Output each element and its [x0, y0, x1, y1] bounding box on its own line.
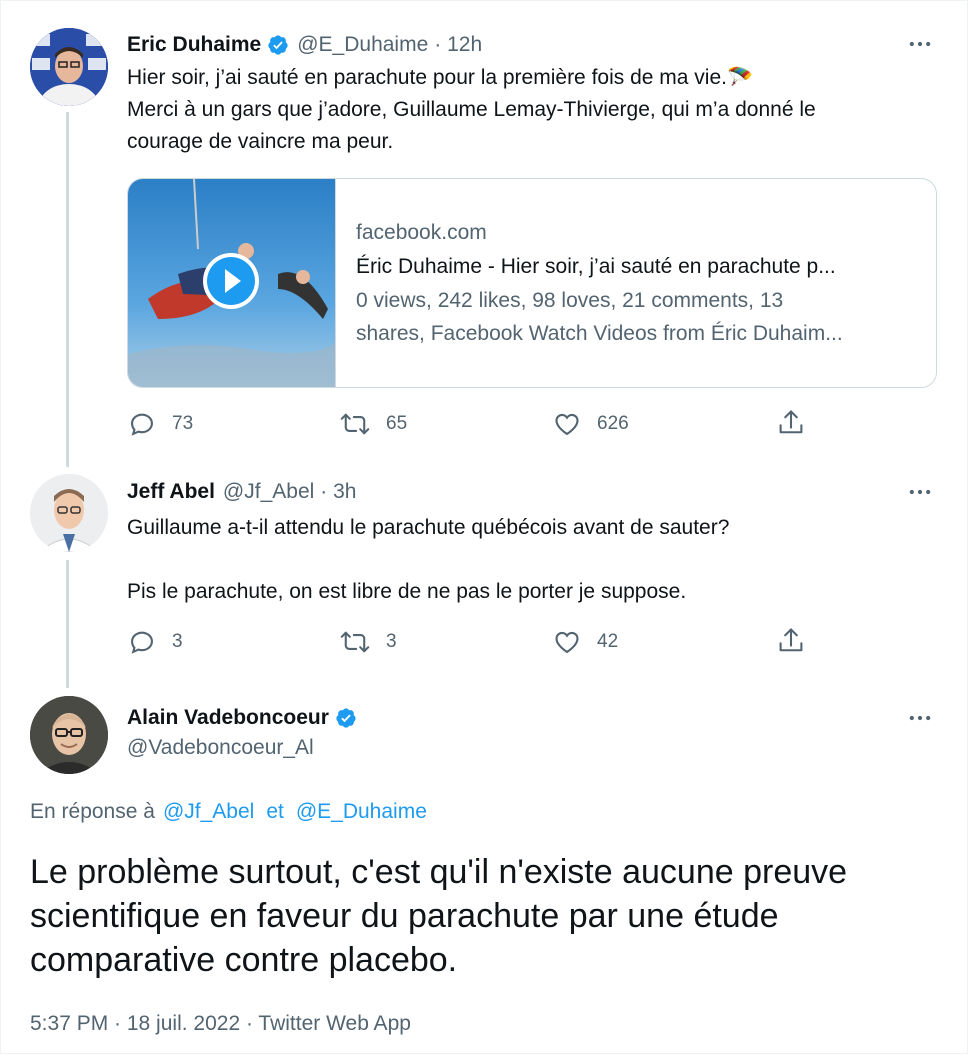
thread-line — [66, 112, 69, 467]
share-button[interactable] — [777, 626, 821, 656]
card-thumbnail[interactable] — [128, 179, 336, 387]
avatar[interactable] — [30, 28, 108, 106]
retweet-icon — [340, 631, 370, 653]
reply-icon — [131, 413, 153, 436]
author-handle[interactable]: @Jf_Abel — [223, 480, 314, 504]
like-count: 626 — [597, 413, 629, 434]
share-icon — [779, 628, 803, 652]
card-description-line: shares, Facebook Watch Videos from Éric … — [356, 322, 843, 345]
jeff-abel-avatar-image — [30, 474, 108, 552]
author-name[interactable]: Alain Vadeboncoeur — [127, 706, 329, 730]
tweet-text-line: Guillaume a-t-il attendu le parachute qu… — [127, 516, 730, 539]
author-name[interactable]: Eric Duhaime — [127, 33, 261, 57]
verified-icon — [268, 35, 288, 55]
card-title: Éric Duhaime - Hier soir, j’ai sauté en … — [356, 255, 836, 278]
reply-icon — [131, 631, 153, 654]
like-button[interactable]: 42 — [553, 628, 618, 656]
main-tweet-text-line: comparative contre placebo. — [30, 941, 458, 979]
tweet-header: Eric Duhaime @E_Duhaime · 12h — [127, 31, 482, 59]
share-button[interactable] — [777, 408, 821, 438]
like-icon — [555, 631, 579, 654]
author-handle[interactable]: @Vadeboncoeur_Al — [127, 736, 314, 760]
verified-icon — [336, 708, 356, 728]
avatar[interactable] — [30, 696, 108, 774]
retweet-button[interactable]: 65 — [340, 410, 407, 438]
author-handle[interactable]: @E_Duhaime — [297, 33, 428, 57]
retweet-icon — [340, 413, 370, 435]
reply-count: 73 — [172, 413, 194, 434]
retweet-count: 65 — [386, 413, 408, 434]
mention-link[interactable]: @Jf_Abel — [163, 800, 254, 824]
reply-prefix: En réponse à — [30, 800, 155, 823]
link-card[interactable]: facebook.com Éric Duhaime - Hier soir, j… — [127, 178, 937, 388]
retweet-count: 3 — [386, 631, 397, 652]
share-icon — [779, 410, 803, 434]
reply-and: et — [266, 800, 284, 823]
reply-count: 3 — [172, 631, 183, 652]
tweet-text-line: courage de vaincre ma peur. — [127, 130, 394, 153]
tweet-text-line: Merci à un gars que j’adore, Guillaume L… — [127, 98, 816, 121]
like-count: 42 — [597, 631, 619, 652]
reply-button[interactable]: 3 — [128, 628, 183, 656]
mention-link[interactable]: @E_Duhaime — [296, 800, 427, 824]
eric-duhaime-avatar-image — [30, 28, 108, 106]
main-tweet-text-line: Le problème surtout, c'est qu'il n'exist… — [30, 853, 848, 891]
tweet-text-line: Hier soir, j’ai sauté en parachute pour … — [127, 66, 754, 89]
author-name[interactable]: Jeff Abel — [127, 480, 215, 504]
tweet-header: Jeff Abel @Jf_Abel · 3h — [127, 478, 356, 506]
like-icon — [555, 413, 579, 436]
more-icon[interactable] — [906, 30, 934, 64]
reply-context: En réponse à @Jf_Abel et @E_Duhaime — [30, 800, 427, 824]
like-button[interactable]: 626 — [553, 410, 629, 438]
play-icon[interactable] — [203, 253, 259, 309]
tweet-text-line: Pis le parachute, on est libre de ne pas… — [127, 580, 687, 603]
more-icon[interactable] — [906, 704, 934, 738]
alain-vadeboncoeur-avatar-image — [30, 696, 108, 774]
avatar[interactable] — [30, 474, 108, 552]
card-domain: facebook.com — [356, 221, 487, 244]
tweet-text: Hier soir, j’ai sauté en parachute pour … — [127, 62, 927, 158]
main-tweet-text-line: scientifique en faveur du parachute par … — [30, 897, 779, 935]
retweet-button[interactable]: 3 — [340, 628, 397, 656]
reply-button[interactable]: 73 — [128, 410, 193, 438]
more-icon[interactable] — [906, 478, 934, 512]
tweet-time[interactable]: · 12h — [434, 33, 482, 57]
main-author-row: Alain Vadeboncoeur — [127, 704, 357, 732]
main-tweet-text: Le problème surtout, c'est qu'il n'exist… — [30, 850, 847, 982]
thread-line — [66, 560, 69, 688]
tweet-timestamp[interactable]: 5:37 PM · 18 juil. 2022 · Twitter Web Ap… — [30, 1012, 411, 1036]
card-description-line: 0 views, 242 likes, 98 loves, 21 comment… — [356, 289, 784, 312]
tweet-time[interactable]: · 3h — [320, 480, 356, 504]
